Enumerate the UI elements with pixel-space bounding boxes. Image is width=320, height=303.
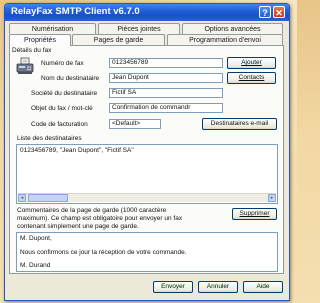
tab-options-avancees[interactable]: Options avancées bbox=[182, 23, 283, 34]
scroll-left-icon[interactable]: ◂ bbox=[18, 194, 26, 202]
tab-programmation-envoi[interactable]: Programmation d'envoi bbox=[167, 34, 283, 45]
fax-machine-icon bbox=[16, 57, 34, 75]
recipient-name-field[interactable]: Jean Dupont bbox=[109, 73, 223, 83]
email-recipients-button[interactable]: Destinataires e-mail bbox=[202, 118, 277, 130]
delete-button-label: Supprimer bbox=[239, 210, 270, 217]
help-icon[interactable]: ? bbox=[259, 6, 271, 18]
billing-code-field[interactable]: <Default> bbox=[109, 119, 161, 129]
comment-line: Nous confirmons ce jour la réception de … bbox=[20, 249, 187, 256]
comment-line: M. Durand bbox=[20, 262, 51, 269]
add-button-label: Ajouter bbox=[241, 59, 262, 66]
contacts-button[interactable]: Contacts bbox=[227, 72, 276, 84]
recipient-company-label: Société du destinataire bbox=[31, 90, 98, 97]
window-title: RelayFax SMTP Client v6.7.0 bbox=[11, 6, 140, 17]
add-button[interactable]: Ajouter bbox=[227, 57, 276, 69]
cover-comments-textarea[interactable]: M. Dupont, Nous confirmons ce jour la ré… bbox=[16, 232, 278, 272]
fax-number-field[interactable]: 0123456789 bbox=[109, 58, 223, 68]
send-button[interactable]: Envoyer bbox=[153, 281, 193, 293]
list-item[interactable]: 0123456789, "Jean Dupont", "Fictif SA" bbox=[20, 147, 134, 154]
fax-number-label: Numéro de fax bbox=[41, 60, 84, 67]
tab-pieces-jointes[interactable]: Pièces jointes bbox=[98, 23, 180, 34]
subject-field[interactable]: Confirmation de commandr bbox=[109, 103, 223, 113]
tab-numerisation[interactable]: Numérisation bbox=[9, 23, 96, 34]
cancel-button[interactable]: Annuler bbox=[198, 281, 238, 293]
cover-comments-label-line3: contenant simplement une page de garde. bbox=[17, 223, 139, 230]
scroll-right-icon[interactable]: ▸ bbox=[268, 194, 276, 202]
scroll-thumb[interactable] bbox=[28, 194, 68, 202]
comment-line: M. Dupont, bbox=[20, 235, 52, 242]
recipient-name-label: Nom du destinataire bbox=[41, 75, 100, 82]
contacts-button-label: Contacts bbox=[238, 74, 265, 81]
recipient-company-field[interactable]: Fictif SA bbox=[109, 88, 223, 98]
fax-details-group-label: Détails du fax bbox=[12, 47, 52, 54]
cover-comments-label-line2: maximum). Ce champ est obligatoire pour … bbox=[17, 215, 183, 222]
title-bar[interactable]: RelayFax SMTP Client v6.7.0 ? ✕ bbox=[5, 4, 289, 21]
properties-panel: Détails du fax Numéro de fax 0123456789 … bbox=[9, 45, 284, 274]
delete-button[interactable]: Supprimer bbox=[232, 208, 277, 220]
tab-proprietes[interactable]: Propriétés bbox=[9, 34, 71, 46]
close-icon[interactable]: ✕ bbox=[273, 6, 285, 18]
tab-pages-de-garde[interactable]: Pages de garde bbox=[72, 34, 165, 45]
dialog-window: RelayFax SMTP Client v6.7.0 ? ✕ Numérisa… bbox=[4, 3, 290, 301]
horizontal-scrollbar[interactable]: ◂ ▸ bbox=[18, 193, 276, 202]
cover-comments-label-line1: Commentaires de la page de garde (1000 c… bbox=[17, 207, 167, 214]
billing-code-label: Code de facturation bbox=[31, 121, 88, 128]
recipients-list-label: Liste des destinataires bbox=[17, 135, 82, 142]
subject-label: Objet du fax / mot-clé bbox=[31, 105, 93, 112]
recipients-list[interactable]: 0123456789, "Jean Dupont", "Fictif SA" ◂… bbox=[16, 144, 278, 204]
help-button[interactable]: Aide bbox=[243, 281, 283, 293]
